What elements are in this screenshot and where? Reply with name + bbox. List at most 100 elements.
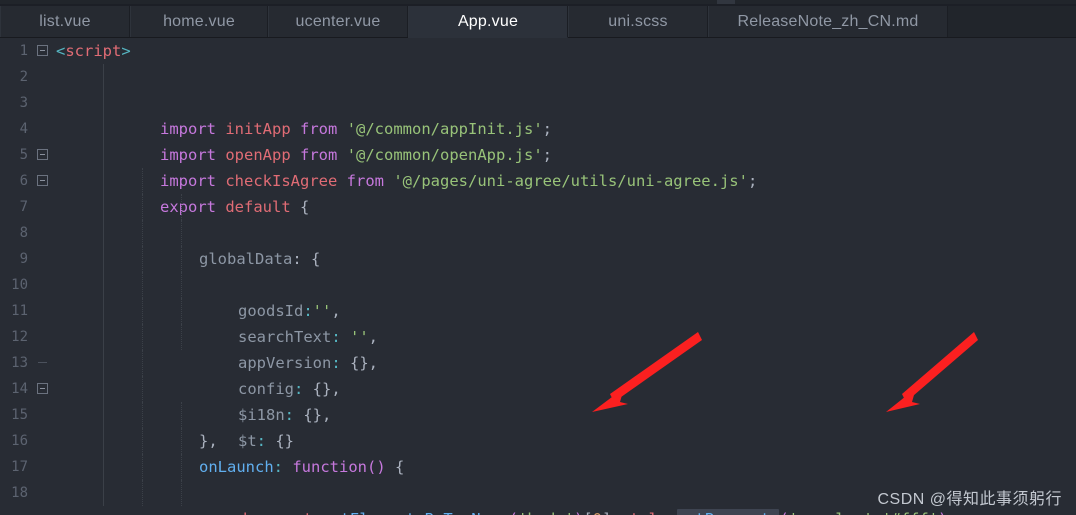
indent-guide: [103, 246, 104, 272]
csdn-watermark: CSDN @得知此事须躬行: [877, 491, 1062, 508]
fold-toggle-open[interactable]: [34, 38, 54, 64]
indent-guide: [103, 350, 104, 376]
fold-toggle-open[interactable]: [34, 376, 54, 402]
code-line-text: import initApp from '@/common/appInit.js…: [54, 64, 1076, 138]
tab-app-vue[interactable]: App.vue: [408, 6, 568, 38]
token-index-zero: 0: [593, 510, 602, 515]
fold-gutter: [34, 480, 54, 506]
code-line[interactable]: 9 appVersion: {},: [0, 246, 1076, 372]
code-line-text: onLaunch: function() {: [54, 376, 1076, 476]
code-line-text: <script>: [54, 38, 1076, 64]
indent-guide: [142, 376, 143, 402]
token-property-style: .style.: [611, 510, 676, 515]
code-editor[interactable]: 1 <script> 2 import initApp from '@/comm…: [0, 38, 1076, 515]
code-line[interactable]: 15 document.getElementsByTagName('body')…: [0, 402, 1076, 515]
token-quote-close: ': [929, 510, 938, 515]
token-paren-open: (: [779, 510, 788, 515]
code-line[interactable]: 8 searchText: '',: [0, 220, 1076, 346]
token-bracket-close: ]: [602, 510, 611, 515]
indent-guide: [142, 272, 143, 298]
tab-label: uni.scss: [608, 12, 668, 30]
indent-guide: [181, 272, 182, 298]
code-line[interactable]: 17 // this.globalData.$i18n = this.$i18n: [0, 454, 1076, 480]
token-quote-open: ': [882, 510, 891, 515]
indent-guide: [142, 350, 143, 376]
code-line[interactable]: 1 <script>: [0, 38, 1076, 64]
code-line-text: },: [54, 350, 1076, 450]
indent-guide: [142, 402, 143, 428]
tab-label: list.vue: [39, 12, 91, 30]
token-bracket-open: [: [583, 510, 592, 515]
tab-list-vue[interactable]: list.vue: [0, 6, 130, 37]
line-number: 10: [11, 277, 28, 293]
indent-guide: [142, 220, 143, 246]
fold-gutter: [34, 454, 54, 480]
indent-guide: [142, 480, 143, 506]
tab-home-vue[interactable]: home.vue: [130, 6, 268, 37]
tab-label: home.vue: [163, 12, 235, 30]
code-line-text: $i18n: {},: [54, 298, 1076, 424]
code-line[interactable]: 7 goodsId:'',: [0, 194, 1076, 320]
indent-guide: [142, 168, 143, 194]
fold-toggle-open[interactable]: [34, 168, 54, 194]
indent-guide: [142, 428, 143, 454]
token-comma: ,: [873, 510, 882, 515]
line-number: 5: [19, 147, 28, 163]
indent-guide: [103, 324, 104, 350]
indent-guide: [181, 246, 182, 272]
code-line[interactable]: 10 config: {},: [0, 272, 1076, 398]
code-line-text: config: {},: [54, 272, 1076, 398]
indent-guide: [103, 168, 104, 194]
code-line[interactable]: 14 onLaunch: function() {: [0, 376, 1076, 476]
token-angle-open: <: [56, 42, 66, 60]
tab-label: ReleaseNote_zh_CN.md: [737, 12, 919, 30]
editor-tab-bar[interactable]: list.vue home.vue ucenter.vue App.vue un…: [0, 6, 1076, 38]
code-line[interactable]: 5 export default {: [0, 142, 1076, 216]
line-number: 8: [19, 225, 28, 241]
line-number: 14: [11, 381, 28, 397]
indent-guide: [103, 64, 104, 90]
indent-guide: [103, 298, 104, 324]
indent-guide: [103, 480, 104, 506]
fold-gutter: [34, 272, 54, 298]
token-paren-close: ): [938, 510, 947, 515]
indent-guide: [142, 324, 143, 350]
indent-guide: [142, 298, 143, 324]
code-line[interactable]: 6 globalData: {: [0, 168, 1076, 268]
tab-uni-scss[interactable]: uni.scss: [568, 6, 708, 37]
line-number: 11: [11, 303, 28, 319]
code-line[interactable]: 4 import checkIsAgree from '@/pages/uni-…: [0, 116, 1076, 190]
tab-label: App.vue: [457, 12, 519, 30]
line-number: 13: [11, 355, 28, 371]
fold-gutter: [34, 324, 54, 350]
fold-toggle-open[interactable]: [34, 142, 54, 168]
line-number: 12: [11, 329, 28, 345]
indent-guide: [142, 246, 143, 272]
indent-guide: [181, 298, 182, 324]
indent-guide: [103, 90, 104, 116]
token-arg-body: 'body': [518, 510, 574, 515]
code-line-text: import openApp from '@/common/openApp.js…: [54, 90, 1076, 164]
fold-gutter: [34, 428, 54, 454]
indent-guide: [103, 142, 104, 168]
indent-guide: [181, 220, 182, 246]
tab-releasenote-zh-cn-md[interactable]: ReleaseNote_zh_CN.md: [708, 6, 948, 37]
code-line[interactable]: 3 import openApp from '@/common/openApp.…: [0, 90, 1076, 164]
token-selected-setproperty[interactable]: setProperty: [676, 509, 780, 515]
fold-gutter: [34, 194, 54, 220]
code-line[interactable]: 12 $t: {}: [0, 324, 1076, 450]
token-angle-close: >: [121, 42, 131, 60]
indent-guide: [181, 454, 182, 480]
line-number: 1: [19, 43, 28, 59]
code-line[interactable]: 13 },: [0, 350, 1076, 450]
code-line-text: console.log('App Launch'): [54, 428, 1076, 454]
fold-gutter: [34, 402, 54, 428]
code-line-text: globalData: {: [54, 168, 1076, 268]
token-dot: .: [313, 510, 322, 515]
tab-ucenter-vue[interactable]: ucenter.vue: [268, 6, 408, 37]
indent-guide: [103, 194, 104, 220]
code-line[interactable]: 11 $i18n: {},: [0, 298, 1076, 424]
code-line[interactable]: 2 import initApp from '@/common/appInit.…: [0, 64, 1076, 138]
code-line[interactable]: 16 console.log('App Launch'): [0, 428, 1076, 454]
tab-label: ucenter.vue: [295, 12, 381, 30]
